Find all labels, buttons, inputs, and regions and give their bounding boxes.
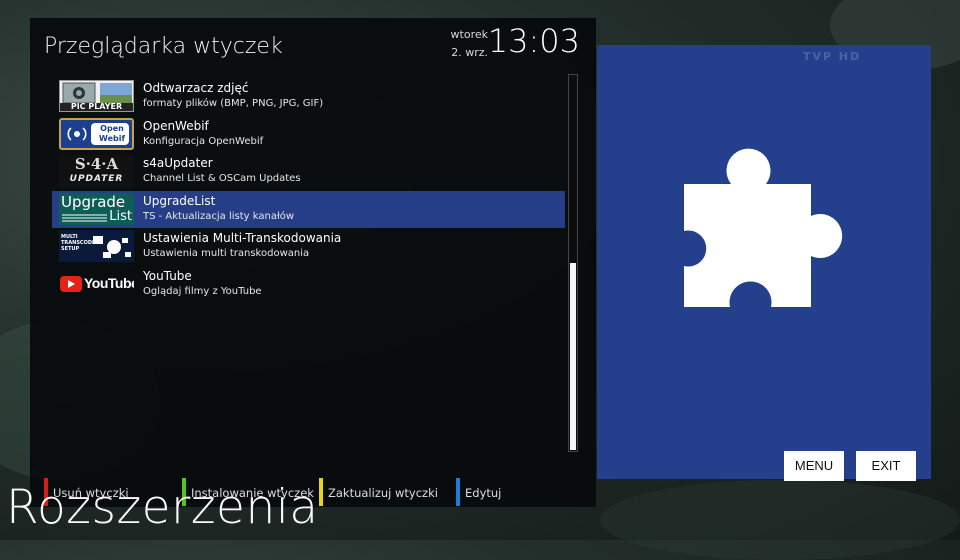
date-weekday: wtorek: [450, 28, 488, 41]
date-day-month: 2. wrz.: [451, 46, 488, 59]
plugin-row-picture-player[interactable]: PIC PLAYER Odtwarzacz zdjęć formaty plik…: [52, 78, 565, 116]
page-title: Przeglądarka wtyczek: [44, 34, 283, 59]
plugin-name: YouTube: [143, 268, 192, 283]
updater-label: UPDATER: [69, 174, 124, 184]
blue-key-indicator: [456, 478, 460, 506]
plugin-description: Konfiguracja OpenWebif: [143, 135, 264, 147]
plugin-browser-panel: Przeglądarka wtyczek wtorek 2. wrz. 13:0…: [30, 18, 596, 507]
upgrade-list-icon: Upgrade List: [59, 192, 134, 225]
menu-button[interactable]: MENU: [784, 451, 844, 481]
plugin-name: OpenWebif: [143, 118, 209, 133]
youtube-icon: YouTube: [59, 268, 134, 300]
background-foliage: [600, 480, 960, 560]
plugin-description: Channel List & OSCam Updates: [143, 173, 301, 184]
yellow-key-indicator: [319, 478, 323, 506]
pic-player-label: PIC PLAYER: [70, 102, 123, 111]
plugin-name: s4aUpdater: [143, 156, 213, 170]
plugin-name: UpgradeList: [143, 193, 216, 208]
plugin-row-multi-transcoding[interactable]: MULTI TRANSCODING SETUP Ustawienia Multi…: [52, 228, 565, 266]
openwebif-icon: Open Webif: [59, 117, 134, 150]
plugin-preview-panel: TVP HD MENU EXIT: [597, 45, 931, 481]
plugin-row-upgradelist[interactable]: Upgrade List UpgradeList TS - Aktualizac…: [52, 190, 565, 228]
scrollbar-thumb[interactable]: [570, 263, 576, 450]
puzzle-piece-icon: [684, 148, 843, 307]
plugin-name: Odtwarzacz zdjęć: [143, 81, 249, 95]
plugin-description: Oglądaj filmy z YouTube: [143, 285, 262, 297]
youtube-wordmark: YouTube: [84, 274, 134, 291]
yellow-key-label: Zaktualizuj wtyczki: [328, 486, 438, 500]
list-label: List: [109, 208, 132, 224]
plugin-description: TS - Aktualizacja listy kanałów: [143, 210, 295, 222]
transcoding-graphic: [93, 236, 131, 258]
blue-key-label: Edytuj: [465, 486, 502, 500]
plugin-description: formaty plików (BMP, PNG, JPG, GIF): [143, 98, 324, 109]
s4a-updater-icon: S·4·A UPDATER: [59, 155, 134, 187]
clock: 13:03: [487, 22, 580, 60]
exit-button[interactable]: EXIT: [856, 451, 916, 481]
list-scrollbar[interactable]: [568, 74, 578, 452]
s4a-label: S·4·A: [74, 155, 119, 173]
plugin-row-youtube[interactable]: YouTube YouTube Oglądaj filmy z YouTube: [52, 266, 565, 304]
section-brand-title: Rozszerzenia: [6, 480, 319, 535]
openwebif-label: Open Webif: [99, 123, 125, 143]
plugin-list[interactable]: PIC PLAYER Odtwarzacz zdjęć formaty plik…: [52, 78, 565, 303]
pic-player-icon: PIC PLAYER: [59, 80, 134, 112]
plugin-name: Ustawienia Multi-Transkodowania: [143, 231, 342, 245]
plugin-description: Ustawienia multi transkodowania: [143, 248, 310, 259]
plugin-row-s4a-updater[interactable]: S·4·A UPDATER s4aUpdater Channel List & …: [52, 153, 565, 191]
multi-transcoding-icon: MULTI TRANSCODING SETUP: [59, 230, 134, 262]
plugin-row-openwebif[interactable]: Open Webif OpenWebif Konfiguracja OpenWe…: [52, 116, 565, 154]
